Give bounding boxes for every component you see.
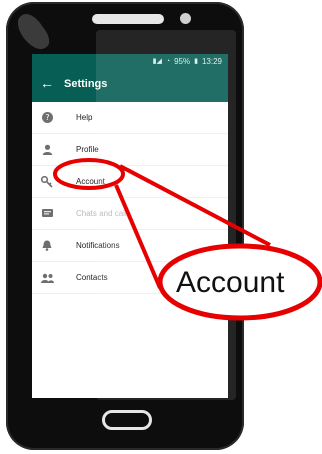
menu-item-profile[interactable]: Profile: [32, 134, 228, 166]
menu-item-label: Contacts: [76, 273, 108, 282]
menu-item-label: Chats and calls: [76, 209, 131, 218]
status-time: 13:29: [201, 56, 222, 66]
app-bar: ▮◢ ◔ 95% ▮ 13:29 ← Settings: [32, 54, 228, 102]
menu-item-account[interactable]: Account: [32, 166, 228, 198]
key-icon: [32, 175, 62, 188]
page-title: Settings: [64, 78, 108, 90]
phone-gloss: [12, 9, 54, 55]
help-icon: ?: [32, 112, 62, 123]
phone-speaker: [92, 14, 164, 24]
chat-icon: [32, 208, 62, 219]
callout-label: Account: [176, 266, 285, 299]
menu-item-label: Account: [76, 177, 105, 186]
wifi-icon: ◔: [165, 57, 171, 65]
bell-icon: [32, 240, 62, 251]
phone-screen: ▮◢ ◔ 95% ▮ 13:29 ← Settings ? Help Profi…: [32, 54, 228, 398]
home-button[interactable]: [102, 410, 152, 430]
phone-frame: ▮◢ ◔ 95% ▮ 13:29 ← Settings ? Help Profi…: [6, 2, 244, 450]
menu-item-help[interactable]: ? Help: [32, 102, 228, 134]
status-bar: ▮◢ ◔ 95% ▮ 13:29: [32, 54, 228, 68]
menu-item-chats[interactable]: Chats and calls: [32, 198, 228, 230]
battery-level: 95%: [174, 56, 191, 66]
svg-text:?: ?: [45, 113, 49, 122]
profile-icon: [32, 144, 62, 155]
battery-icon: ▮: [194, 58, 198, 65]
back-arrow-icon[interactable]: ←: [40, 76, 54, 90]
menu-item-label: Notifications: [76, 241, 120, 250]
contacts-icon: [32, 273, 62, 283]
menu-item-label: Help: [76, 113, 93, 122]
menu-item-label: Profile: [76, 145, 99, 154]
signal-icon: ▮◢: [152, 58, 162, 65]
front-camera: [180, 13, 191, 24]
menu-item-notifications[interactable]: Notifications: [32, 230, 228, 262]
